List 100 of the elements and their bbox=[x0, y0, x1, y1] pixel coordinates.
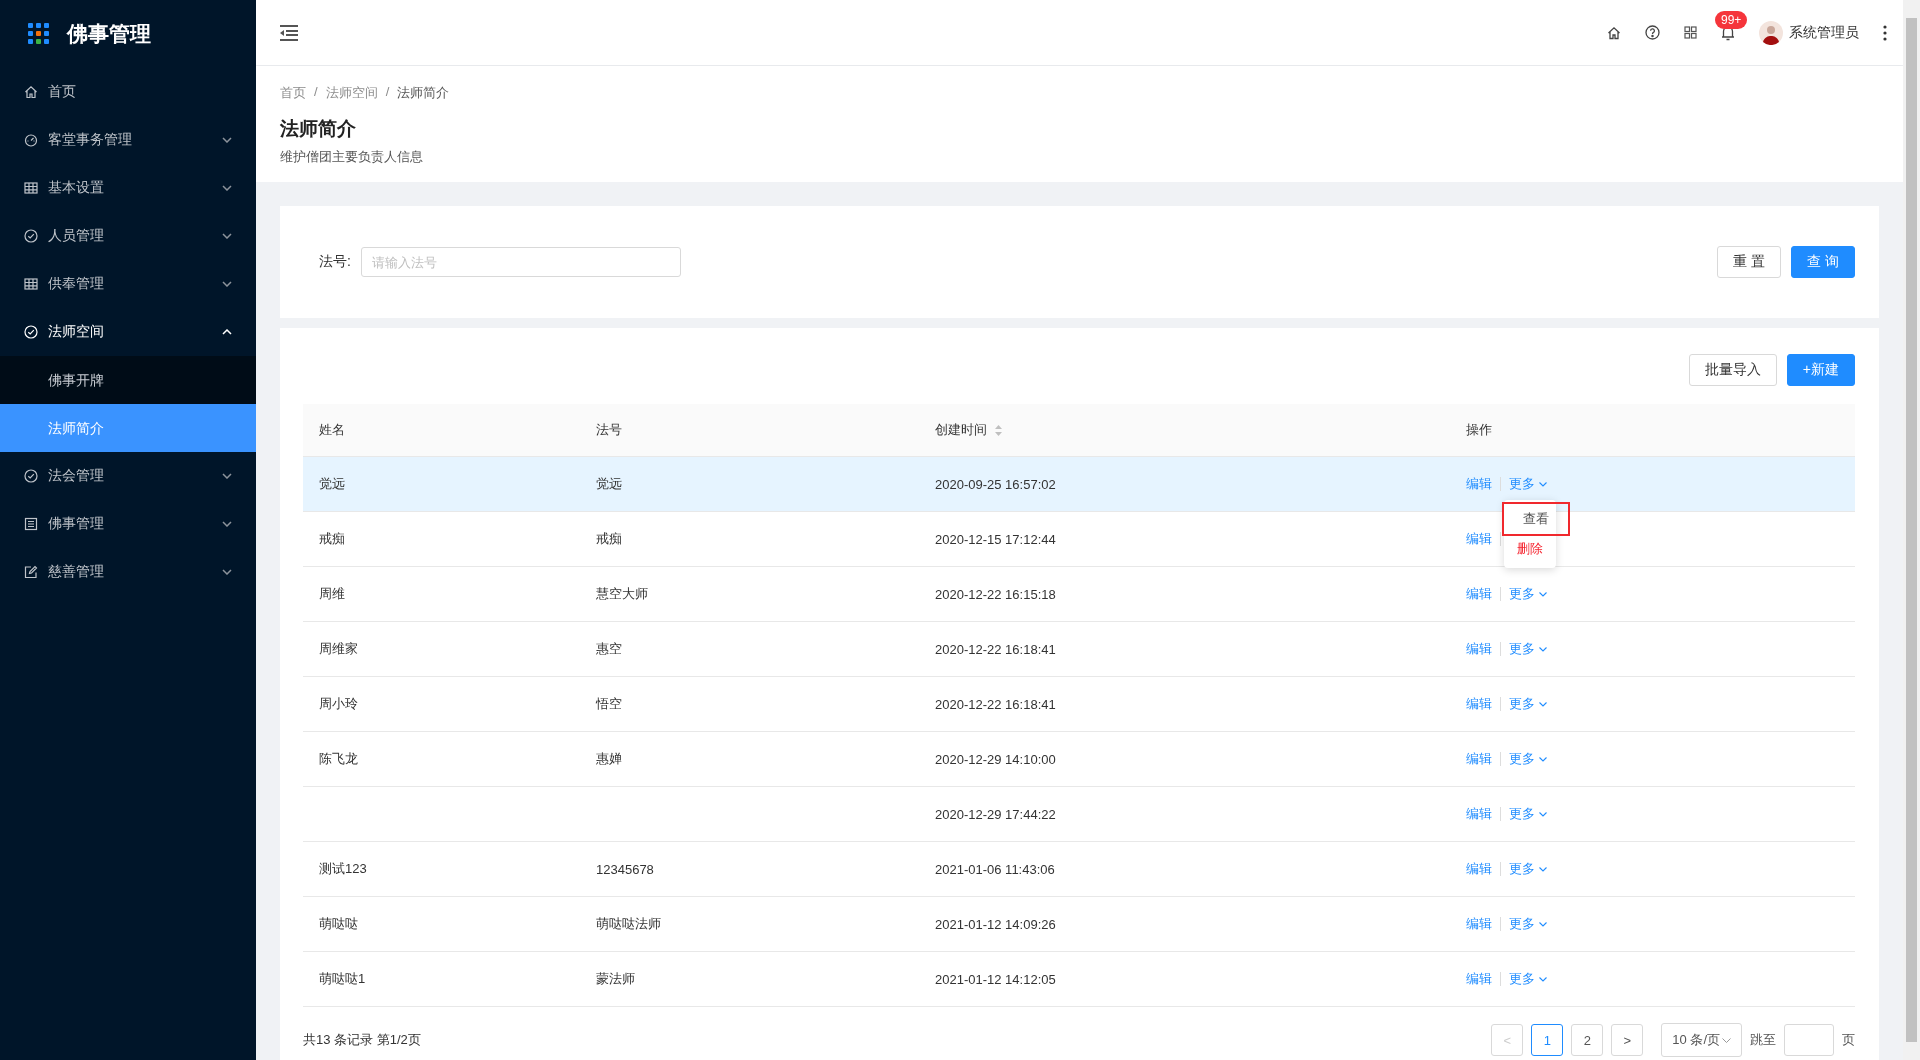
check-circle-icon bbox=[24, 469, 38, 483]
chevron-icon bbox=[1539, 811, 1547, 817]
sidebar-item[interactable]: 人员管理 bbox=[0, 212, 256, 260]
edit-link[interactable]: 编辑 bbox=[1466, 530, 1492, 548]
table-cell: 悟空 bbox=[596, 695, 622, 713]
table-cell: 2020-12-29 14:10:00 bbox=[935, 751, 1056, 767]
edit-link[interactable]: 编辑 bbox=[1466, 915, 1492, 933]
more-link[interactable]: 更多 bbox=[1509, 695, 1547, 713]
chevron-icon bbox=[1539, 701, 1547, 707]
table-cell: 2020-12-29 17:44:22 bbox=[935, 806, 1056, 822]
more-vertical-icon[interactable] bbox=[1883, 24, 1887, 41]
table-cell: 觉远 bbox=[596, 475, 622, 493]
sidebar-subitem[interactable]: 佛事开牌 bbox=[0, 356, 256, 404]
sidebar-item[interactable]: 慈善管理 bbox=[0, 548, 256, 596]
notification-badge: 99+ bbox=[1715, 10, 1748, 29]
breadcrumb-item[interactable]: 首页 bbox=[280, 84, 306, 102]
table-icon bbox=[24, 181, 38, 195]
sidebar-item[interactable]: 法师空间 bbox=[0, 308, 256, 356]
chevron-icon bbox=[1539, 921, 1547, 927]
batch-import-button[interactable]: 批量导入 bbox=[1688, 354, 1777, 386]
breadcrumb-item: 法师简介 bbox=[397, 84, 450, 102]
table-cell: 觉远 bbox=[319, 475, 345, 493]
table-cell: 12345678 bbox=[596, 861, 654, 877]
apps-grid-icon[interactable] bbox=[1684, 26, 1697, 39]
chevron-icon bbox=[1539, 756, 1547, 762]
sidebar-item[interactable]: 基本设置 bbox=[0, 164, 256, 212]
more-link[interactable]: 更多 bbox=[1509, 970, 1547, 988]
table-cell: 2021-01-06 11:43:06 bbox=[935, 861, 1055, 877]
home-icon[interactable] bbox=[1607, 25, 1621, 40]
column-header: 法号 bbox=[596, 421, 622, 439]
user-name[interactable]: 系统管理员 bbox=[1789, 23, 1859, 42]
chevron-icon bbox=[222, 329, 232, 335]
check-circle-icon bbox=[24, 325, 38, 339]
page-subtitle: 维护僧团主要负责人信息 bbox=[280, 148, 424, 166]
reset-button[interactable]: 重 置 bbox=[1717, 246, 1782, 278]
more-link[interactable]: 更多 bbox=[1509, 640, 1547, 658]
new-button[interactable]: +新建 bbox=[1786, 354, 1855, 386]
chevron-icon bbox=[1539, 976, 1547, 982]
table-cell: 2021-01-12 14:12:05 bbox=[935, 971, 1056, 987]
dashboard-icon bbox=[24, 133, 38, 147]
edit-link[interactable]: 编辑 bbox=[1466, 750, 1492, 768]
page-suffix: 页 bbox=[1842, 1031, 1855, 1049]
column-header: 创建时间 bbox=[935, 421, 987, 439]
more-link[interactable]: 更多 bbox=[1509, 475, 1547, 493]
collapse-menu-icon[interactable] bbox=[280, 24, 298, 41]
page-title: 法师简介 bbox=[280, 117, 357, 141]
chevron-icon bbox=[1539, 866, 1547, 872]
table-cell: 周维家 bbox=[319, 640, 358, 658]
page-button[interactable]: 1 bbox=[1531, 1024, 1564, 1056]
table-cell: 2020-12-22 16:18:41 bbox=[935, 696, 1056, 712]
sidebar-item[interactable]: 供奉管理 bbox=[0, 260, 256, 308]
more-link[interactable]: 更多 bbox=[1509, 585, 1547, 603]
table-cell: 2021-01-12 14:09:26 bbox=[935, 916, 1056, 932]
list-icon bbox=[24, 517, 38, 531]
dharma-name-field[interactable]: 请输入法号 bbox=[360, 247, 681, 277]
query-button[interactable]: 查 询 bbox=[1791, 246, 1855, 278]
edit-link[interactable]: 编辑 bbox=[1466, 695, 1492, 713]
table-icon bbox=[24, 277, 38, 291]
next-page-button[interactable]: > bbox=[1611, 1024, 1644, 1056]
sidebar-subitem[interactable]: 法师简介 bbox=[0, 404, 256, 452]
menu-item[interactable]: 删除 bbox=[1504, 534, 1556, 564]
edit-icon bbox=[24, 565, 38, 579]
edit-link[interactable]: 编辑 bbox=[1466, 475, 1492, 493]
breadcrumb-item[interactable]: 法师空间 bbox=[325, 84, 378, 102]
sidebar-item[interactable]: 法会管理 bbox=[0, 452, 256, 500]
sidebar-item[interactable]: 佛事管理 bbox=[0, 500, 256, 548]
scrollbar[interactable] bbox=[1903, 0, 1920, 1060]
sidebar-item[interactable]: 客堂事务管理 bbox=[0, 116, 256, 164]
edit-link[interactable]: 编辑 bbox=[1466, 805, 1492, 823]
app-logo-icon bbox=[28, 23, 50, 45]
chevron-icon bbox=[222, 185, 232, 191]
page-size-select[interactable]: 10 条/页 bbox=[1661, 1023, 1742, 1057]
table-cell: 萌哒哒法师 bbox=[596, 915, 661, 933]
jump-page-field[interactable] bbox=[1784, 1024, 1834, 1056]
field-label: 法号: bbox=[319, 253, 351, 271]
more-link[interactable]: 更多 bbox=[1509, 750, 1547, 768]
table-cell: 萌哒哒1 bbox=[319, 970, 366, 988]
table-cell: 测试123 bbox=[319, 860, 367, 878]
chevron-icon bbox=[222, 473, 232, 479]
chevron-icon bbox=[222, 521, 232, 527]
table-cell: 戒痴 bbox=[596, 530, 622, 548]
table-cell: 2020-09-25 16:57:02 bbox=[935, 476, 1056, 492]
more-link[interactable]: 更多 bbox=[1509, 805, 1547, 823]
edit-link[interactable]: 编辑 bbox=[1466, 860, 1492, 878]
chevron-icon bbox=[222, 569, 232, 575]
table-cell: 2020-12-15 17:12:44 bbox=[935, 531, 1056, 547]
edit-link[interactable]: 编辑 bbox=[1466, 585, 1492, 603]
menu-item[interactable]: 查看 bbox=[1504, 504, 1568, 534]
more-link[interactable]: 更多 bbox=[1509, 860, 1547, 878]
more-link[interactable]: 更多 bbox=[1509, 915, 1547, 933]
check-circle-icon bbox=[24, 229, 38, 243]
sidebar-item[interactable]: 首页 bbox=[0, 68, 256, 116]
avatar-icon bbox=[1759, 20, 1783, 45]
help-icon[interactable] bbox=[1645, 25, 1660, 40]
table-cell: 周小玲 bbox=[319, 695, 358, 713]
table-cell: 惠婵 bbox=[596, 750, 622, 768]
edit-link[interactable]: 编辑 bbox=[1466, 640, 1492, 658]
edit-link[interactable]: 编辑 bbox=[1466, 970, 1492, 988]
record-summary: 共13 条记录 第1/2页 bbox=[303, 1031, 421, 1049]
page-button[interactable]: 2 bbox=[1571, 1024, 1604, 1056]
